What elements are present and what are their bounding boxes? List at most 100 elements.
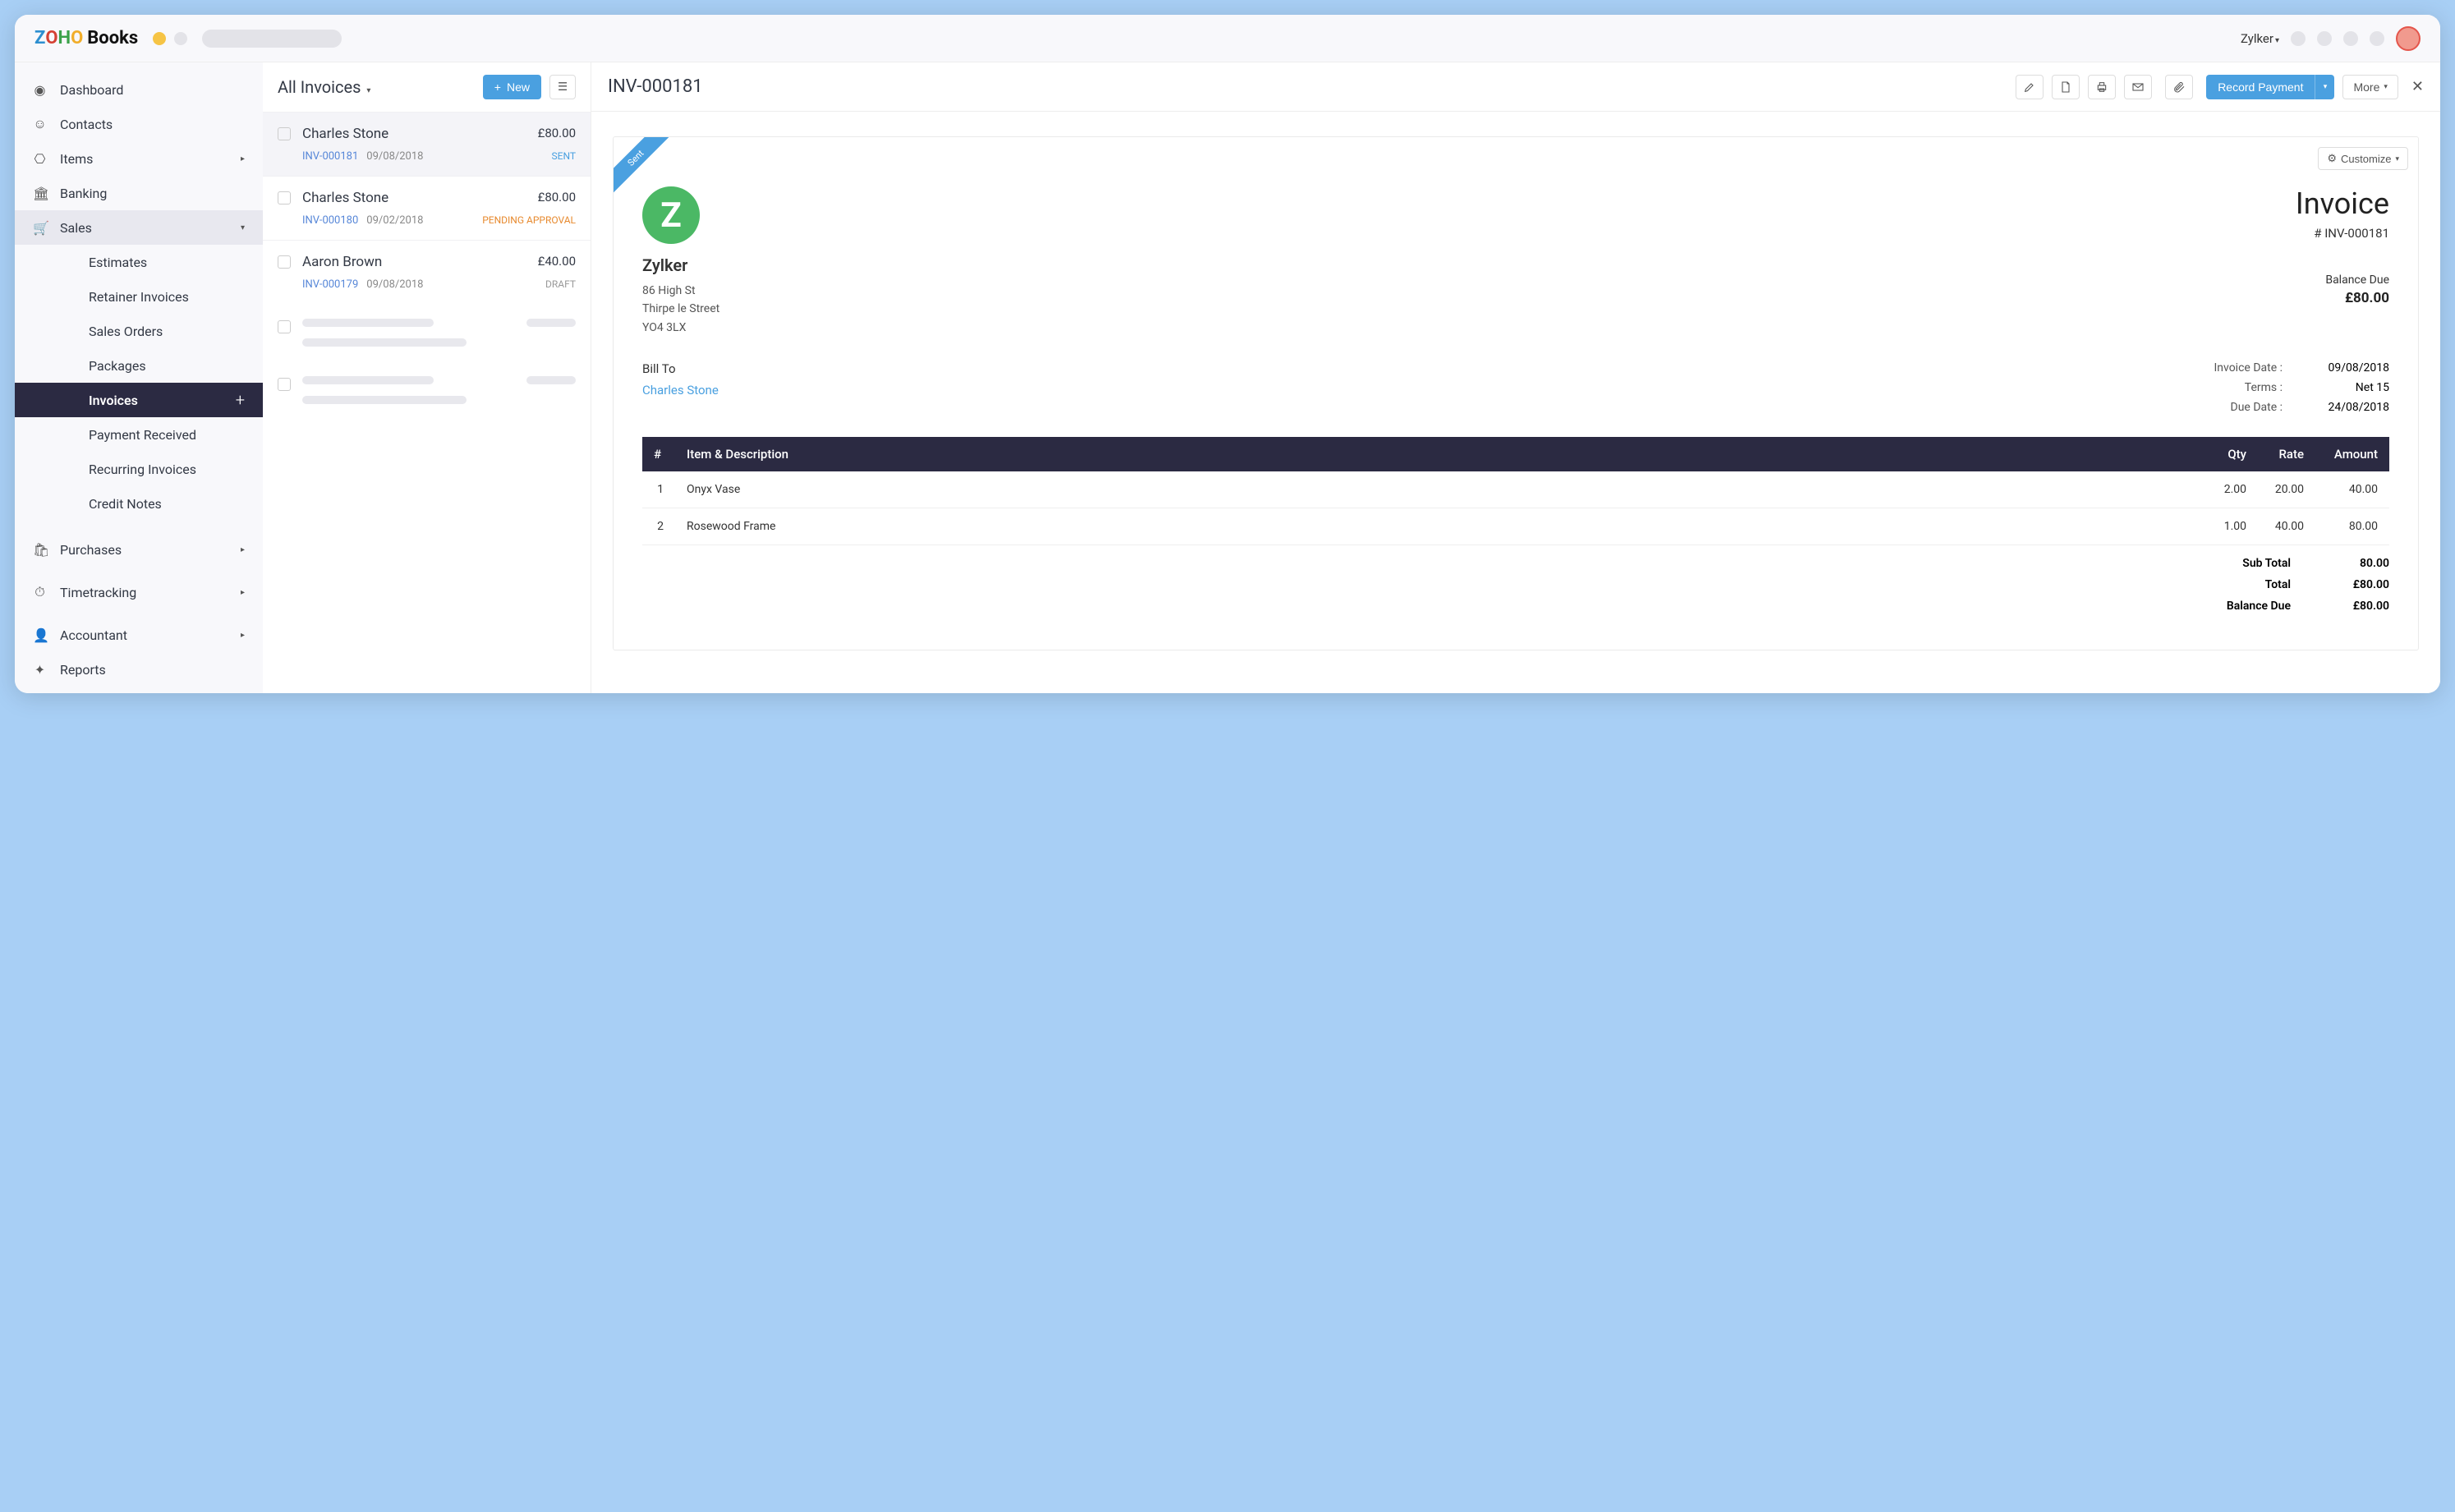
row-status: PENDING APPROVAL [482, 214, 576, 227]
row-customer: Charles Stone [302, 190, 388, 206]
row-amount: £80.00 [538, 126, 576, 142]
sales-icon: 🛒 [33, 220, 47, 236]
sidebar-item-banking[interactable]: 🏛Banking [15, 176, 263, 210]
attachment-button[interactable] [2165, 75, 2193, 99]
list-header: All Invoices ▾ +New ☰ [263, 62, 591, 112]
bill-to-link[interactable]: Charles Stone [642, 383, 719, 398]
sales-submenu: Estimates Retainer Invoices Sales Orders… [15, 245, 263, 521]
pencil-icon [2023, 80, 2036, 94]
sidebar-subitem-estimates[interactable]: Estimates [15, 245, 263, 279]
accountant-icon: 👤 [33, 627, 47, 643]
sidebar-subitem-payment-received[interactable]: Payment Received [15, 417, 263, 452]
caret-down-icon: ▾ [2324, 82, 2328, 91]
company-block: Z Zylker 86 High St Thirpe le Street YO4… [642, 186, 719, 337]
plus-icon[interactable]: + [236, 390, 245, 410]
invoice-document: Sent ⚙Customize▾ Z Zylker 86 High St Thi… [613, 136, 2419, 650]
list-options-button[interactable]: ☰ [549, 75, 576, 99]
notification-dot-icon[interactable] [153, 32, 166, 45]
caret-down-icon: ▾ [2275, 36, 2279, 45]
topbar-icon[interactable] [2343, 31, 2358, 46]
chevron-right-icon: ▸ [241, 545, 245, 554]
billto-meta-row: Bill To Charles Stone Invoice Date :09/0… [642, 361, 2389, 421]
record-payment-button[interactable]: Record Payment [2206, 75, 2315, 99]
list-filter-dropdown[interactable]: All Invoices ▾ [278, 77, 370, 97]
row-invoice-id: INV-000179 [302, 278, 358, 291]
sidebar-item-accountant[interactable]: 👤Accountant▸ [15, 618, 263, 652]
row-invoice-id: INV-000180 [302, 214, 358, 227]
sidebar-item-sales[interactable]: 🛒Sales▾ [15, 210, 263, 245]
edit-button[interactable] [2016, 75, 2044, 99]
th-num: # [642, 437, 675, 471]
hamburger-icon: ☰ [558, 80, 568, 94]
row-amount: £80.00 [538, 190, 576, 206]
sidebar-item-purchases[interactable]: 🛍Purchases▸ [15, 532, 263, 567]
line-item-row: 1Onyx Vase2.0020.0040.00 [642, 471, 2389, 508]
org-switcher[interactable]: Zylker▾ [2241, 31, 2279, 46]
document-title-block: Invoice # INV-000181 Balance Due £80.00 [2296, 186, 2389, 337]
sidebar-item-dashboard[interactable]: ◉Dashboard [15, 72, 263, 107]
brand-logo: ZOHO Books [34, 28, 138, 48]
row-status: DRAFT [545, 278, 576, 291]
banking-icon: 🏛 [33, 186, 47, 201]
new-button[interactable]: +New [483, 75, 541, 99]
items-icon: ⎔ [33, 151, 47, 167]
th-amount: Amount [2315, 437, 2389, 471]
dashboard-icon: ◉ [33, 82, 47, 98]
topbar-icon[interactable] [2370, 31, 2384, 46]
caret-down-icon: ▾ [2384, 82, 2388, 91]
sidebar-subitem-packages[interactable]: Packages [15, 348, 263, 383]
avatar[interactable] [2396, 26, 2421, 51]
top-bar: ZOHO Books Zylker▾ [15, 15, 2440, 62]
timetracking-icon: ⏱ [33, 584, 47, 600]
invoice-list-panel: All Invoices ▾ +New ☰ Charles Stone£80.0… [263, 62, 591, 693]
topbar-icon[interactable] [2291, 31, 2306, 46]
document-title: Invoice [2296, 186, 2389, 221]
dot-icon[interactable] [174, 32, 187, 45]
line-item-row: 2Rosewood Frame1.0040.0080.00 [642, 508, 2389, 545]
topbar-icon[interactable] [2317, 31, 2332, 46]
sidebar-subitem-invoices[interactable]: Invoices+ [15, 383, 263, 417]
email-button[interactable] [2124, 75, 2152, 99]
sidebar: ◉Dashboard ☺Contacts ⎔Items▸ 🏛Banking 🛒S… [15, 62, 263, 693]
close-button[interactable]: ✕ [2411, 78, 2424, 95]
mail-icon [2131, 80, 2145, 94]
row-status: SENT [552, 150, 577, 163]
invoice-row[interactable]: Charles Stone£80.00 INV-00018109/08/2018… [263, 112, 591, 176]
row-checkbox[interactable] [278, 127, 291, 140]
detail-body: Sent ⚙Customize▾ Z Zylker 86 High St Thi… [591, 112, 2440, 693]
row-checkbox[interactable] [278, 191, 291, 205]
chevron-right-icon: ▸ [241, 154, 245, 163]
search-input[interactable] [202, 30, 342, 48]
sidebar-subitem-credit-notes[interactable]: Credit Notes [15, 486, 263, 521]
customize-button[interactable]: ⚙Customize▾ [2318, 147, 2408, 170]
reports-icon: ✦ [33, 662, 47, 678]
document-number: # INV-000181 [2296, 226, 2389, 241]
invoice-row[interactable]: Aaron Brown£40.00 INV-00017909/08/2018DR… [263, 240, 591, 304]
row-checkbox[interactable] [278, 255, 291, 269]
document-header: Z Zylker 86 High St Thirpe le Street YO4… [642, 186, 2389, 337]
bill-to-block: Bill To Charles Stone [642, 361, 719, 421]
record-payment-dropdown[interactable]: ▾ [2315, 75, 2334, 99]
sidebar-item-timetracking[interactable]: ⏱Timetracking▸ [15, 575, 263, 609]
print-button[interactable] [2088, 75, 2116, 99]
sidebar-item-items[interactable]: ⎔Items▸ [15, 141, 263, 176]
invoice-row[interactable]: Charles Stone£80.00 INV-00018009/02/2018… [263, 176, 591, 240]
row-date: 09/08/2018 [366, 150, 423, 163]
sidebar-item-contacts[interactable]: ☺Contacts [15, 107, 263, 141]
pdf-button[interactable] [2052, 75, 2080, 99]
plus-icon: + [494, 80, 501, 94]
th-qty: Qty [2209, 437, 2258, 471]
skeleton-row [263, 361, 591, 419]
printer-icon [2095, 80, 2108, 94]
balance-due-value: £80.00 [2296, 290, 2389, 306]
sidebar-subitem-retainer-invoices[interactable]: Retainer Invoices [15, 279, 263, 314]
bill-to-label: Bill To [642, 361, 719, 376]
sidebar-subitem-sales-orders[interactable]: Sales Orders [15, 314, 263, 348]
sidebar-item-reports[interactable]: ✦Reports [15, 652, 263, 687]
sidebar-subitem-recurring-invoices[interactable]: Recurring Invoices [15, 452, 263, 486]
more-button[interactable]: More▾ [2342, 75, 2398, 99]
row-customer: Aaron Brown [302, 254, 382, 270]
invoice-detail-panel: INV-000181 Record Payment ▾ More▾ ✕ Sent… [591, 62, 2440, 693]
detail-header: INV-000181 Record Payment ▾ More▾ ✕ [591, 62, 2440, 112]
invoice-rows: Charles Stone£80.00 INV-00018109/08/2018… [263, 112, 591, 693]
